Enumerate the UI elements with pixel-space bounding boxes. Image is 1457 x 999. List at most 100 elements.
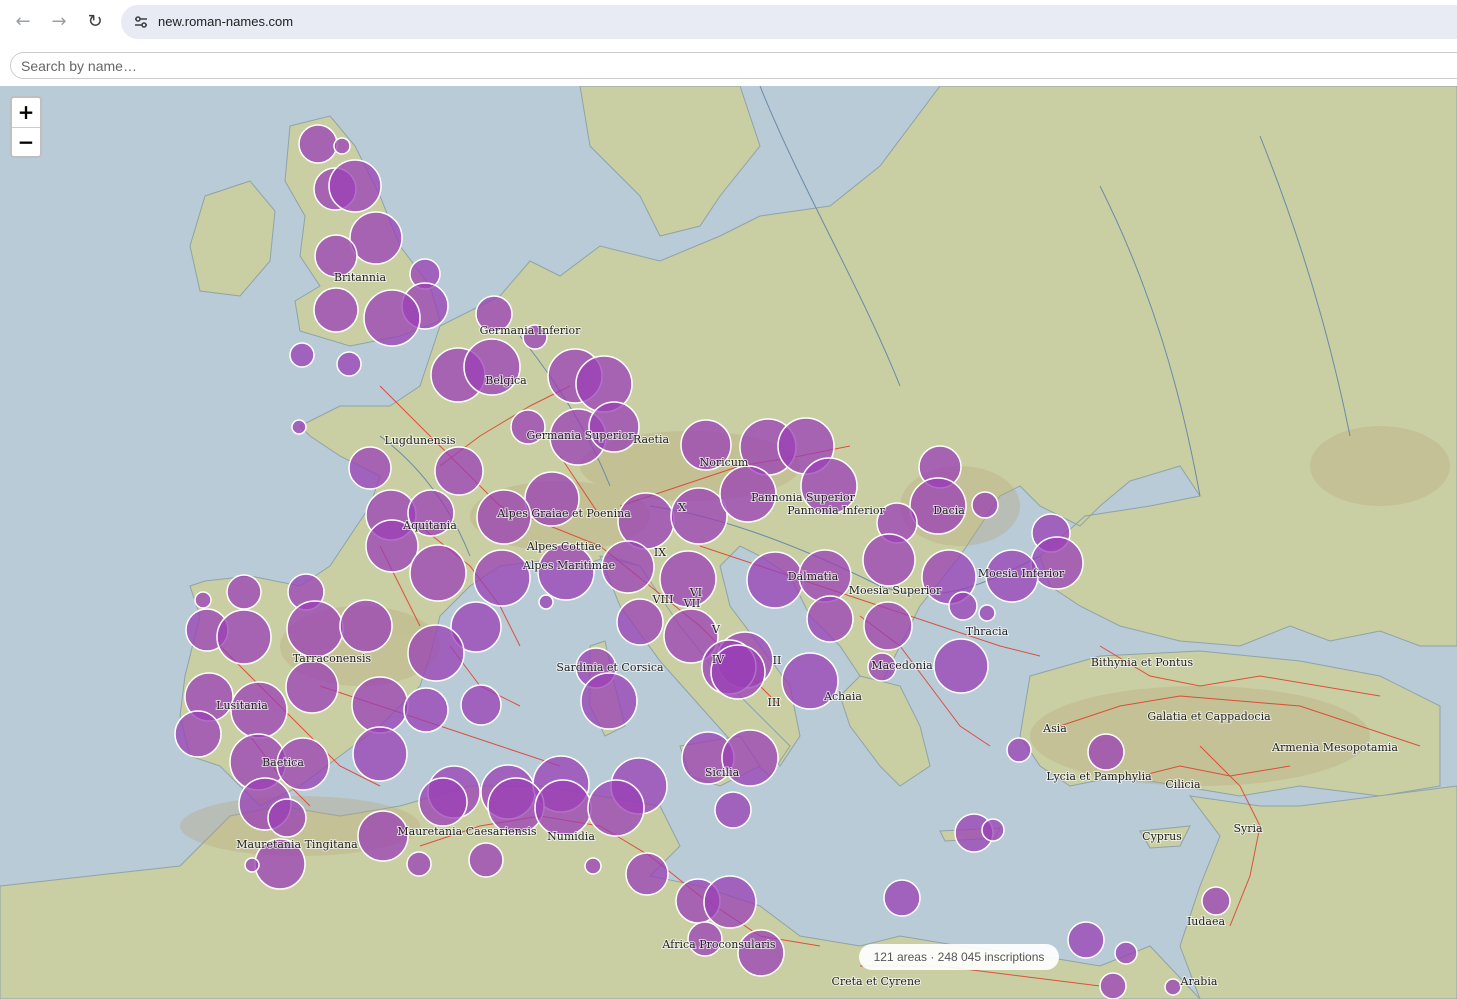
region-label: VIII (652, 593, 674, 606)
region-label: Alpes Graiae et Poenina (496, 507, 631, 520)
area-marker[interactable] (407, 624, 465, 682)
area-marker[interactable] (286, 600, 344, 658)
area-marker[interactable] (981, 818, 1005, 842)
region-label: Asia (1042, 722, 1067, 735)
area-marker[interactable] (409, 544, 467, 602)
area-marker[interactable] (737, 929, 785, 977)
address-bar[interactable]: new.roman-names.com (121, 5, 1457, 39)
area-marker[interactable] (336, 351, 362, 377)
area-marker[interactable] (1114, 941, 1138, 965)
region-label: Numidia (547, 830, 595, 843)
region-label: II (773, 654, 782, 667)
region-label: Moesia Inferior (978, 567, 1065, 580)
region-label: Arabia (1180, 975, 1218, 988)
area-marker[interactable] (978, 604, 996, 622)
area-marker[interactable] (534, 779, 592, 837)
region-label: Germania Superior (526, 429, 634, 442)
area-marker[interactable] (1067, 921, 1105, 959)
area-marker[interactable] (351, 676, 409, 734)
area-marker[interactable] (473, 549, 531, 607)
area-marker[interactable] (174, 710, 222, 758)
area-marker[interactable] (216, 609, 272, 665)
area-marker[interactable] (703, 875, 757, 929)
region-label: IV (712, 653, 725, 666)
area-marker[interactable] (289, 342, 315, 368)
area-marker[interactable] (588, 401, 640, 453)
region-label: Cyprus (1142, 830, 1182, 843)
region-label: Dalmatia (788, 570, 839, 583)
reload-button[interactable]: ↻ (83, 10, 107, 34)
area-marker[interactable] (244, 857, 260, 873)
region-label: Iudaea (1187, 915, 1226, 928)
area-marker[interactable] (625, 852, 669, 896)
area-marker[interactable] (971, 491, 999, 519)
area-marker[interactable] (267, 798, 307, 838)
area-marker[interactable] (363, 289, 421, 347)
area-marker[interactable] (460, 684, 502, 726)
area-marker[interactable] (1030, 536, 1084, 590)
area-marker[interactable] (714, 791, 752, 829)
area-marker[interactable] (863, 601, 913, 651)
area-marker[interactable] (933, 638, 989, 694)
region-label: Moesia Superior (849, 584, 942, 597)
area-marker[interactable] (584, 857, 602, 875)
region-label: Germania Inferior (480, 324, 582, 337)
area-marker[interactable] (862, 533, 916, 587)
area-marker[interactable] (328, 159, 382, 213)
area-marker[interactable] (313, 287, 359, 333)
area-marker[interactable] (948, 591, 978, 621)
area-marker[interactable] (194, 591, 212, 609)
area-marker[interactable] (406, 851, 432, 877)
area-marker[interactable] (418, 777, 468, 827)
map-canvas[interactable]: Britannia Germania Inferior Belgica Lugdune… (0, 86, 1457, 999)
area-marker[interactable] (580, 672, 638, 730)
area-marker[interactable] (339, 599, 393, 653)
tune-icon[interactable] (133, 14, 149, 30)
search-row (0, 44, 1457, 86)
area-marker[interactable] (1099, 972, 1127, 999)
url-text: new.roman-names.com (158, 14, 294, 29)
zoom-out-button[interactable]: − (12, 128, 40, 157)
area-marker[interactable] (434, 446, 484, 496)
region-label: Achaia (823, 690, 862, 703)
area-marker[interactable] (403, 687, 449, 733)
area-marker[interactable] (1006, 737, 1032, 763)
region-label: Lugdunensis (384, 434, 455, 447)
area-marker[interactable] (298, 124, 338, 164)
region-label: Thracia (966, 625, 1009, 638)
area-marker[interactable] (285, 660, 339, 714)
region-label: Macedonia (871, 659, 933, 672)
area-marker[interactable] (1087, 733, 1125, 771)
area-marker[interactable] (1201, 886, 1231, 916)
region-label: Noricum (700, 456, 749, 469)
area-marker[interactable] (587, 779, 645, 837)
zoom-in-button[interactable]: + (12, 98, 40, 128)
area-marker[interactable] (468, 842, 504, 878)
area-marker[interactable] (348, 446, 392, 490)
region-label: Alpes Cottiae (526, 540, 602, 553)
area-marker[interactable] (352, 726, 408, 782)
area-marker[interactable] (349, 211, 403, 265)
area-marker[interactable] (333, 137, 351, 155)
forward-button[interactable]: → (47, 10, 71, 34)
region-label: V (711, 623, 721, 636)
region-label: Mauretania Caesariensis (397, 825, 537, 838)
area-marker[interactable] (670, 487, 728, 545)
region-label: Tarraconensis (293, 652, 372, 665)
search-input[interactable] (10, 52, 1457, 79)
region-label: Lusitania (216, 699, 268, 712)
region-label: Cilicia (1165, 778, 1201, 791)
area-marker[interactable] (1164, 978, 1182, 996)
back-button[interactable]: ← (11, 10, 35, 34)
region-label: Aquitania (402, 519, 457, 532)
region-label: Syria (1233, 822, 1263, 835)
area-marker[interactable] (291, 419, 307, 435)
map[interactable]: Britannia Germania Inferior Belgica Lugdune… (0, 86, 1457, 999)
area-marker[interactable] (883, 879, 921, 917)
area-marker[interactable] (806, 595, 854, 643)
area-marker[interactable] (226, 574, 262, 610)
region-label: Lycia et Pamphylia (1046, 770, 1152, 783)
region-label: Pannonia Inferior (787, 504, 885, 517)
area-marker[interactable] (538, 594, 554, 610)
region-label: Sardinia et Corsica (556, 661, 664, 674)
